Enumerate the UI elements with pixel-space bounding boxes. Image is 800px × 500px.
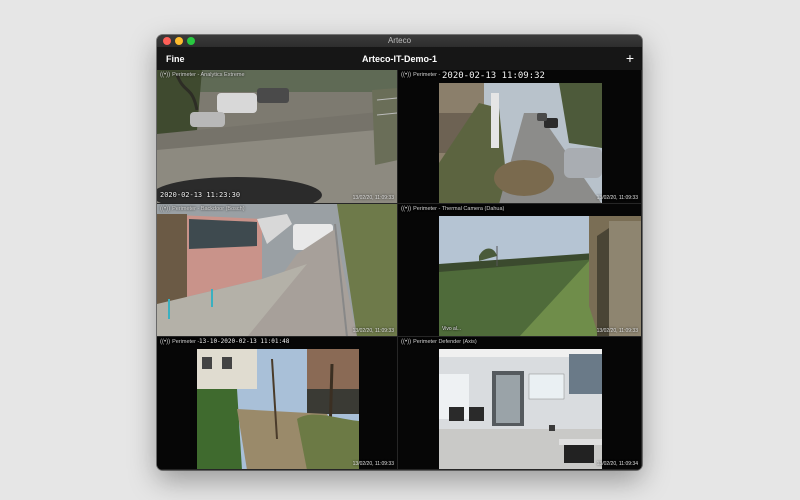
camera-timestamp: 13/02/20, 11:09:33	[352, 328, 394, 334]
camera-label: ((•)) Perimeter -	[401, 72, 441, 78]
camera-osd-text: 13-10-2020-02-13 11:01:48	[199, 338, 290, 345]
camera-feed-street	[439, 83, 602, 203]
toolbar: Fine Arteco-IT-Demo-1 +	[157, 48, 642, 70]
site-title: Arteco-IT-Demo-1	[361, 54, 437, 64]
camera-label: ((•)) Perimeter - Analytics Extreme	[160, 72, 245, 78]
camera-osd-text: 2020-02-13 11:09:32	[442, 71, 545, 81]
window-title: Arteco	[387, 36, 412, 45]
camera-tile-4[interactable]: ((•)) Perimeter - Thermal Camera (Dahua)…	[398, 204, 642, 337]
camera-timestamp: 13/02/20, 11:09:33	[596, 195, 638, 201]
camera-tile-5[interactable]: ((•)) Perimeter - 13-10-2020-02-13 11:01…	[157, 337, 398, 470]
camera-osd-text: Vivo al...	[442, 326, 462, 332]
camera-timestamp: 13/02/20, 11:09:33	[352, 461, 394, 467]
camera-tile-1[interactable]: ((•)) Perimeter - Analytics Extreme 2020…	[157, 70, 398, 204]
app-window: Arteco Fine Arteco-IT-Demo-1 + ((•)) Per…	[157, 35, 642, 470]
camera-timestamp: 13/02/20, 11:09:33	[352, 195, 394, 201]
camera-feed-backdoor	[157, 204, 397, 336]
camera-tile-3[interactable]: ((•)) Perimeter - Backdoor (Bosch) 13/02…	[157, 204, 398, 337]
stream-signal-icon: ((•))	[401, 206, 412, 212]
camera-osd-text: 2020-02-13 11:23:30	[160, 191, 241, 199]
camera-timestamp: 13/02/20, 11:09:33	[596, 328, 638, 334]
camera-tile-2[interactable]: ((•)) Perimeter - 2020-02-13 11:09:32 13…	[398, 70, 642, 204]
camera-label: ((•)) Perimeter -	[160, 339, 200, 345]
stream-signal-icon: ((•))	[401, 72, 412, 78]
camera-feed-yard	[197, 349, 359, 469]
camera-label: ((•)) Perimeter Defender (Axis)	[401, 339, 477, 345]
camera-grid: ((•)) Perimeter - Analytics Extreme 2020…	[157, 70, 642, 470]
done-button[interactable]: Fine	[166, 48, 185, 70]
stream-signal-icon: ((•))	[160, 72, 171, 78]
stream-signal-icon: ((•))	[401, 339, 412, 345]
camera-feed-field	[439, 216, 641, 336]
camera-label: ((•)) Perimeter - Thermal Camera (Dahua)	[401, 206, 505, 212]
stream-signal-icon: ((•))	[160, 206, 171, 212]
camera-feed-parking-lot	[157, 70, 397, 203]
add-button[interactable]: +	[626, 48, 634, 70]
camera-tile-6[interactable]: ((•)) Perimeter Defender (Axis) 13/02/20…	[398, 337, 642, 470]
stream-signal-icon: ((•))	[160, 339, 171, 345]
camera-feed-indoor-room	[439, 349, 602, 469]
title-bar: Arteco	[157, 35, 642, 48]
camera-label: ((•)) Perimeter - Backdoor (Bosch)	[160, 206, 245, 212]
camera-timestamp: 13/02/20, 11:09:34	[596, 461, 638, 467]
